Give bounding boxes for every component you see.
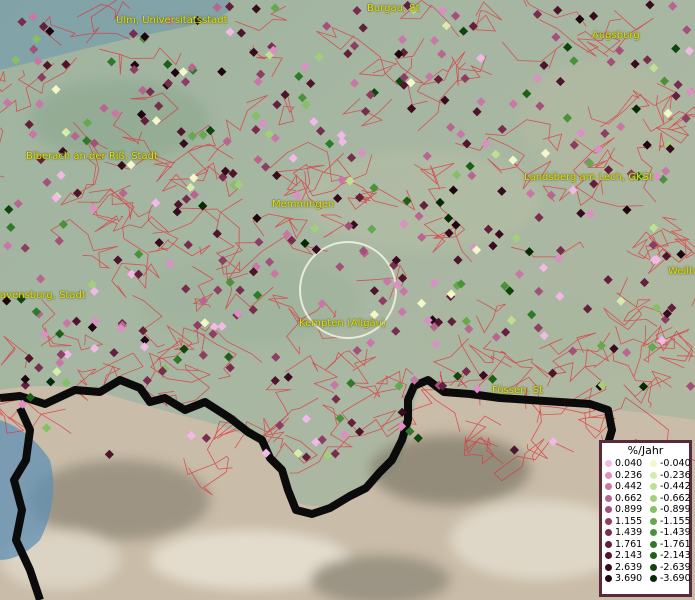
legend-row: -0.442 — [647, 481, 692, 493]
city-label-weilheim: Weilh — [668, 266, 695, 277]
legend-label: 2.143 — [615, 550, 643, 562]
legend-label: -2.639 — [660, 561, 691, 573]
legend-row: 1.439 — [602, 527, 647, 539]
legend-label: -1.761 — [660, 538, 691, 550]
legend-row: 0.442 — [602, 481, 647, 493]
legend-row: -1.439 — [647, 527, 692, 539]
legend-row: 0.662 — [602, 493, 647, 505]
legend-swatch — [605, 460, 612, 468]
legend-label: 1.155 — [615, 515, 643, 527]
legend-label: -0.236 — [660, 469, 691, 481]
legend-swatch — [605, 575, 612, 583]
legend-swatch — [650, 471, 657, 479]
legend-swatch — [650, 575, 657, 583]
legend-row: -3.690 — [647, 573, 692, 585]
city-label-biberach: Biberach an der Riß, Stadt — [26, 151, 158, 162]
legend-label: -2.143 — [660, 550, 691, 562]
legend-label: -0.662 — [660, 492, 691, 504]
city-label-burgau: Burgau, St — [367, 3, 420, 14]
legend-swatch — [605, 563, 612, 571]
legend-label: 1.439 — [615, 527, 643, 539]
city-label-ulm: Ulm, Universitätsstadt — [116, 15, 228, 26]
legend-swatch — [650, 460, 657, 468]
legend-row: -0.662 — [647, 493, 692, 505]
legend-swatch — [650, 540, 657, 548]
legend-swatch — [650, 494, 657, 502]
legend-swatch — [650, 552, 657, 560]
legend-swatch — [650, 563, 657, 571]
legend-label: 0.662 — [615, 492, 643, 504]
legend-swatch — [605, 471, 612, 479]
legend-row: 0.236 — [602, 470, 647, 482]
legend-swatch — [650, 517, 657, 525]
legend-row: 1.155 — [602, 516, 647, 528]
legend-label: -3.690 — [660, 573, 691, 585]
city-label-augsburg: Augsburg — [592, 30, 640, 41]
legend-label: -0.899 — [660, 504, 691, 516]
legend-row: -0.899 — [647, 504, 692, 516]
legend-label: -0.040 — [660, 458, 691, 470]
legend-row: 0.899 — [602, 504, 647, 516]
map-view[interactable]: Ulm, Universitätsstadt Burgau, St Augsbu… — [0, 0, 695, 600]
legend-row: -1.155 — [647, 516, 692, 528]
legend-swatch — [605, 506, 612, 514]
legend-row: 0.040 — [602, 458, 647, 470]
legend-swatch — [605, 552, 612, 560]
legend-negative-column: -0.040 -0.236 -0.442 -0.662 -0.899 -1.155 -1.4… — [647, 458, 692, 585]
legend-row: 2.639 — [602, 562, 647, 574]
legend-label: 0.899 — [615, 504, 643, 516]
legend-swatch — [650, 483, 657, 491]
city-label-memmingen: Memmingen — [272, 199, 335, 210]
legend-label: 1.761 — [615, 538, 643, 550]
legend: %/Jahr 0.040 0.236 0.442 0.662 0.899 1.155 1.4… — [599, 440, 692, 597]
legend-swatch — [605, 494, 612, 502]
city-label-ravensburg: avensburg, Stadt — [0, 290, 86, 301]
city-label-kempten: Kempten (Allgäu) — [299, 318, 386, 329]
legend-positive-column: 0.040 0.236 0.442 0.662 0.899 1.155 1.439 1.761… — [602, 458, 647, 585]
legend-row: 1.761 — [602, 539, 647, 551]
legend-row: -2.143 — [647, 550, 692, 562]
legend-row: -2.639 — [647, 562, 692, 574]
legend-label: 0.236 — [615, 469, 643, 481]
legend-label: -1.439 — [660, 527, 691, 539]
legend-swatch — [650, 506, 657, 514]
legend-swatch — [605, 540, 612, 548]
legend-swatch — [650, 529, 657, 537]
legend-row: -0.236 — [647, 470, 692, 482]
legend-label: -1.155 — [660, 515, 691, 527]
basemap — [0, 0, 695, 600]
legend-swatch — [605, 483, 612, 491]
legend-row: 3.690 — [602, 573, 647, 585]
legend-label: 3.690 — [615, 573, 643, 585]
legend-row: -1.761 — [647, 539, 692, 551]
city-label-landsberg: Landsberg am Lech, GKSt — [524, 172, 653, 183]
legend-label: 0.442 — [615, 481, 643, 493]
legend-label: -0.442 — [660, 481, 691, 493]
legend-row: -0.040 — [647, 458, 692, 470]
legend-label: 2.639 — [615, 561, 643, 573]
legend-swatch — [605, 529, 612, 537]
legend-label: 0.040 — [615, 458, 643, 470]
city-label-fuessen: Füssen, St — [492, 385, 544, 396]
legend-row: 2.143 — [602, 550, 647, 562]
legend-swatch — [605, 517, 612, 525]
legend-title: %/Jahr — [627, 444, 664, 457]
